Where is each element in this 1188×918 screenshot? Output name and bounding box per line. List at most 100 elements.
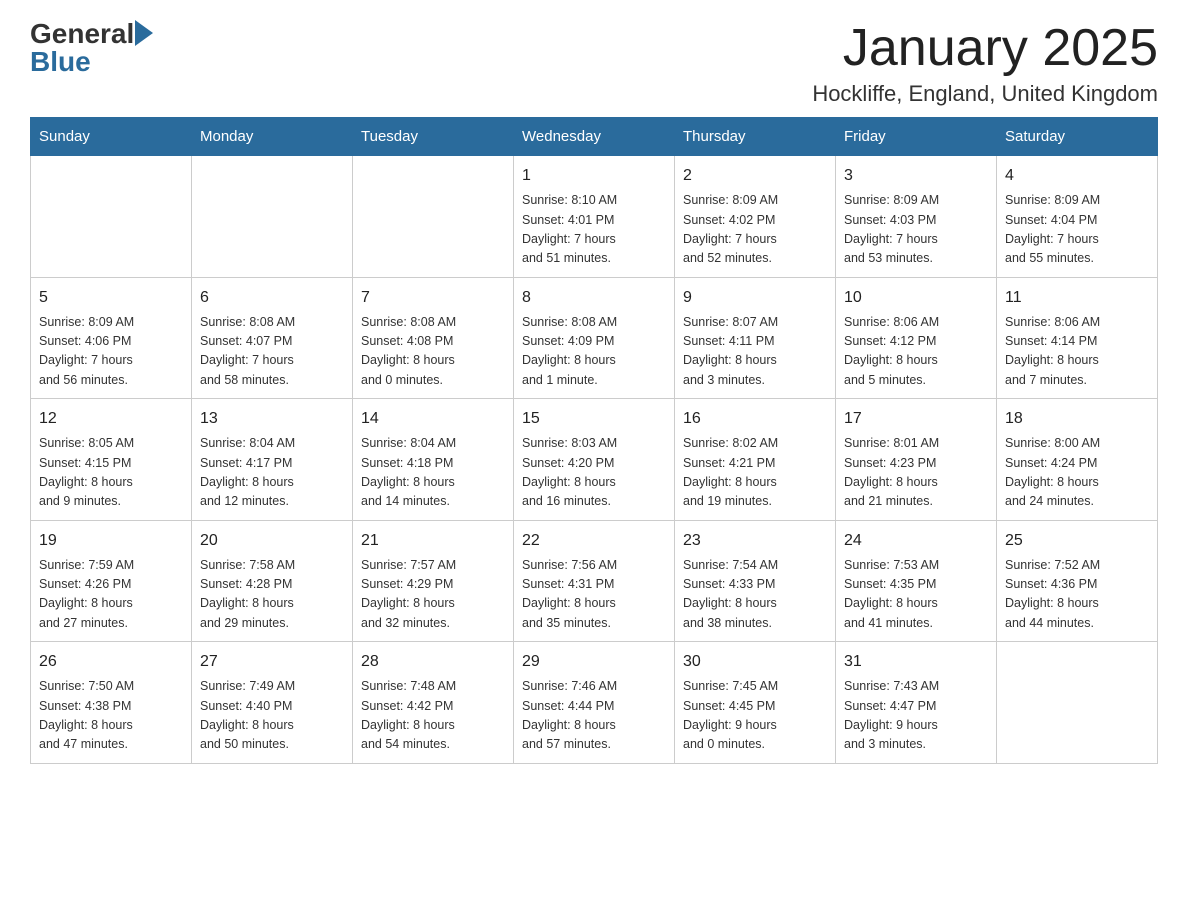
week-row-1: 1 Sunrise: 8:10 AM Sunset: 4:01 PM Daylig… — [31, 156, 1158, 278]
day-number: 27 — [200, 650, 344, 674]
calendar-cell: 19 Sunrise: 7:59 AM Sunset: 4:26 PM Dayli… — [31, 520, 192, 642]
logo-blue: Blue — [30, 48, 91, 76]
calendar-cell: 9 Sunrise: 8:07 AM Sunset: 4:11 PM Daylig… — [675, 277, 836, 399]
day-info: Sunrise: 8:01 AM Sunset: 4:23 PM Dayligh… — [844, 436, 939, 508]
day-info: Sunrise: 8:02 AM Sunset: 4:21 PM Dayligh… — [683, 436, 778, 508]
day-info: Sunrise: 8:08 AM Sunset: 4:08 PM Dayligh… — [361, 315, 456, 387]
day-info: Sunrise: 7:46 AM Sunset: 4:44 PM Dayligh… — [522, 679, 617, 751]
day-number: 22 — [522, 529, 666, 553]
day-number: 15 — [522, 407, 666, 431]
day-info: Sunrise: 7:56 AM Sunset: 4:31 PM Dayligh… — [522, 558, 617, 630]
weekday-header-saturday: Saturday — [997, 118, 1158, 156]
calendar-cell: 17 Sunrise: 8:01 AM Sunset: 4:23 PM Dayli… — [836, 399, 997, 521]
weekday-header-tuesday: Tuesday — [353, 118, 514, 156]
location: Hockliffe, England, United Kingdom — [812, 81, 1158, 107]
day-number: 23 — [683, 529, 827, 553]
calendar-cell: 28 Sunrise: 7:48 AM Sunset: 4:42 PM Dayli… — [353, 642, 514, 764]
logo-triangle-icon — [135, 20, 153, 46]
day-info: Sunrise: 8:06 AM Sunset: 4:14 PM Dayligh… — [1005, 315, 1100, 387]
calendar-cell — [31, 156, 192, 278]
calendar-cell: 5Sunrise: 8:09 AM Sunset: 4:06 PM Daylig… — [31, 277, 192, 399]
day-info: Sunrise: 8:04 AM Sunset: 4:17 PM Dayligh… — [200, 436, 295, 508]
day-info: Sunrise: 7:43 AM Sunset: 4:47 PM Dayligh… — [844, 679, 939, 751]
calendar-cell: 6Sunrise: 8:08 AM Sunset: 4:07 PM Daylig… — [192, 277, 353, 399]
calendar-cell: 11 Sunrise: 8:06 AM Sunset: 4:14 PM Dayli… — [997, 277, 1158, 399]
day-number: 13 — [200, 407, 344, 431]
day-number: 2 — [683, 164, 827, 188]
day-number: 17 — [844, 407, 988, 431]
day-number: 8 — [522, 286, 666, 310]
day-info: Sunrise: 7:57 AM Sunset: 4:29 PM Dayligh… — [361, 558, 456, 630]
calendar-cell: 24 Sunrise: 7:53 AM Sunset: 4:35 PM Dayli… — [836, 520, 997, 642]
logo: General Blue — [30, 20, 153, 76]
day-number: 4 — [1005, 164, 1149, 188]
calendar-cell: 13 Sunrise: 8:04 AM Sunset: 4:17 PM Dayli… — [192, 399, 353, 521]
calendar-cell: 8Sunrise: 8:08 AM Sunset: 4:09 PM Daylig… — [514, 277, 675, 399]
day-info: Sunrise: 8:03 AM Sunset: 4:20 PM Dayligh… — [522, 436, 617, 508]
day-number: 25 — [1005, 529, 1149, 553]
logo-general: General — [30, 20, 134, 48]
day-number: 12 — [39, 407, 183, 431]
calendar-cell — [192, 156, 353, 278]
day-info: Sunrise: 7:49 AM Sunset: 4:40 PM Dayligh… — [200, 679, 295, 751]
weekday-header-monday: Monday — [192, 118, 353, 156]
calendar-cell: 22 Sunrise: 7:56 AM Sunset: 4:31 PM Dayli… — [514, 520, 675, 642]
day-number: 14 — [361, 407, 505, 431]
calendar-cell: 25 Sunrise: 7:52 AM Sunset: 4:36 PM Dayli… — [997, 520, 1158, 642]
day-info: Sunrise: 7:45 AM Sunset: 4:45 PM Dayligh… — [683, 679, 778, 751]
day-number: 7 — [361, 286, 505, 310]
day-info: Sunrise: 7:54 AM Sunset: 4:33 PM Dayligh… — [683, 558, 778, 630]
calendar-cell: 12 Sunrise: 8:05 AM Sunset: 4:15 PM Dayli… — [31, 399, 192, 521]
day-info: Sunrise: 8:08 AM Sunset: 4:07 PM Dayligh… — [200, 315, 295, 387]
day-number: 28 — [361, 650, 505, 674]
calendar-cell: 4 Sunrise: 8:09 AM Sunset: 4:04 PM Daylig… — [997, 156, 1158, 278]
day-number: 26 — [39, 650, 183, 674]
calendar-cell: 27 Sunrise: 7:49 AM Sunset: 4:40 PM Dayli… — [192, 642, 353, 764]
calendar-cell — [353, 156, 514, 278]
month-title: January 2025 — [812, 20, 1158, 77]
day-number: 20 — [200, 529, 344, 553]
day-info: Sunrise: 7:52 AM Sunset: 4:36 PM Dayligh… — [1005, 558, 1100, 630]
day-number: 9 — [683, 286, 827, 310]
day-number: 5 — [39, 286, 183, 310]
calendar-cell: 16 Sunrise: 8:02 AM Sunset: 4:21 PM Dayli… — [675, 399, 836, 521]
day-number: 21 — [361, 529, 505, 553]
day-info: Sunrise: 8:10 AM Sunset: 4:01 PM Dayligh… — [522, 193, 617, 265]
day-info: Sunrise: 8:07 AM Sunset: 4:11 PM Dayligh… — [683, 315, 778, 387]
weekday-header-friday: Friday — [836, 118, 997, 156]
day-info: Sunrise: 7:48 AM Sunset: 4:42 PM Dayligh… — [361, 679, 456, 751]
day-number: 29 — [522, 650, 666, 674]
day-number: 19 — [39, 529, 183, 553]
day-info: Sunrise: 7:50 AM Sunset: 4:38 PM Dayligh… — [39, 679, 134, 751]
page-header: General Blue January 2025 Hockliffe, Eng… — [30, 20, 1158, 107]
calendar-table: SundayMondayTuesdayWednesdayThursdayFrid… — [30, 117, 1158, 764]
day-number: 11 — [1005, 286, 1149, 310]
day-info: Sunrise: 8:09 AM Sunset: 4:04 PM Dayligh… — [1005, 193, 1100, 265]
calendar-cell: 29 Sunrise: 7:46 AM Sunset: 4:44 PM Dayli… — [514, 642, 675, 764]
day-info: Sunrise: 7:59 AM Sunset: 4:26 PM Dayligh… — [39, 558, 134, 630]
weekday-header-wednesday: Wednesday — [514, 118, 675, 156]
day-info: Sunrise: 8:00 AM Sunset: 4:24 PM Dayligh… — [1005, 436, 1100, 508]
calendar-cell: 18Sunrise: 8:00 AM Sunset: 4:24 PM Dayli… — [997, 399, 1158, 521]
day-info: Sunrise: 8:05 AM Sunset: 4:15 PM Dayligh… — [39, 436, 134, 508]
calendar-cell: 26 Sunrise: 7:50 AM Sunset: 4:38 PM Dayli… — [31, 642, 192, 764]
weekday-header-sunday: Sunday — [31, 118, 192, 156]
week-row-5: 26 Sunrise: 7:50 AM Sunset: 4:38 PM Dayli… — [31, 642, 1158, 764]
week-row-4: 19 Sunrise: 7:59 AM Sunset: 4:26 PM Dayli… — [31, 520, 1158, 642]
calendar-cell: 3Sunrise: 8:09 AM Sunset: 4:03 PM Daylig… — [836, 156, 997, 278]
day-number: 24 — [844, 529, 988, 553]
calendar-cell: 30Sunrise: 7:45 AM Sunset: 4:45 PM Dayli… — [675, 642, 836, 764]
day-info: Sunrise: 8:09 AM Sunset: 4:02 PM Dayligh… — [683, 193, 778, 265]
title-section: January 2025 Hockliffe, England, United … — [812, 20, 1158, 107]
day-number: 1 — [522, 164, 666, 188]
calendar-cell: 15 Sunrise: 8:03 AM Sunset: 4:20 PM Dayli… — [514, 399, 675, 521]
day-info: Sunrise: 7:53 AM Sunset: 4:35 PM Dayligh… — [844, 558, 939, 630]
weekday-header-row: SundayMondayTuesdayWednesdayThursdayFrid… — [31, 118, 1158, 156]
weekday-header-thursday: Thursday — [675, 118, 836, 156]
calendar-cell: 1 Sunrise: 8:10 AM Sunset: 4:01 PM Daylig… — [514, 156, 675, 278]
calendar-cell: 14Sunrise: 8:04 AM Sunset: 4:18 PM Dayli… — [353, 399, 514, 521]
day-number: 16 — [683, 407, 827, 431]
day-number: 31 — [844, 650, 988, 674]
calendar-cell — [997, 642, 1158, 764]
week-row-2: 5Sunrise: 8:09 AM Sunset: 4:06 PM Daylig… — [31, 277, 1158, 399]
